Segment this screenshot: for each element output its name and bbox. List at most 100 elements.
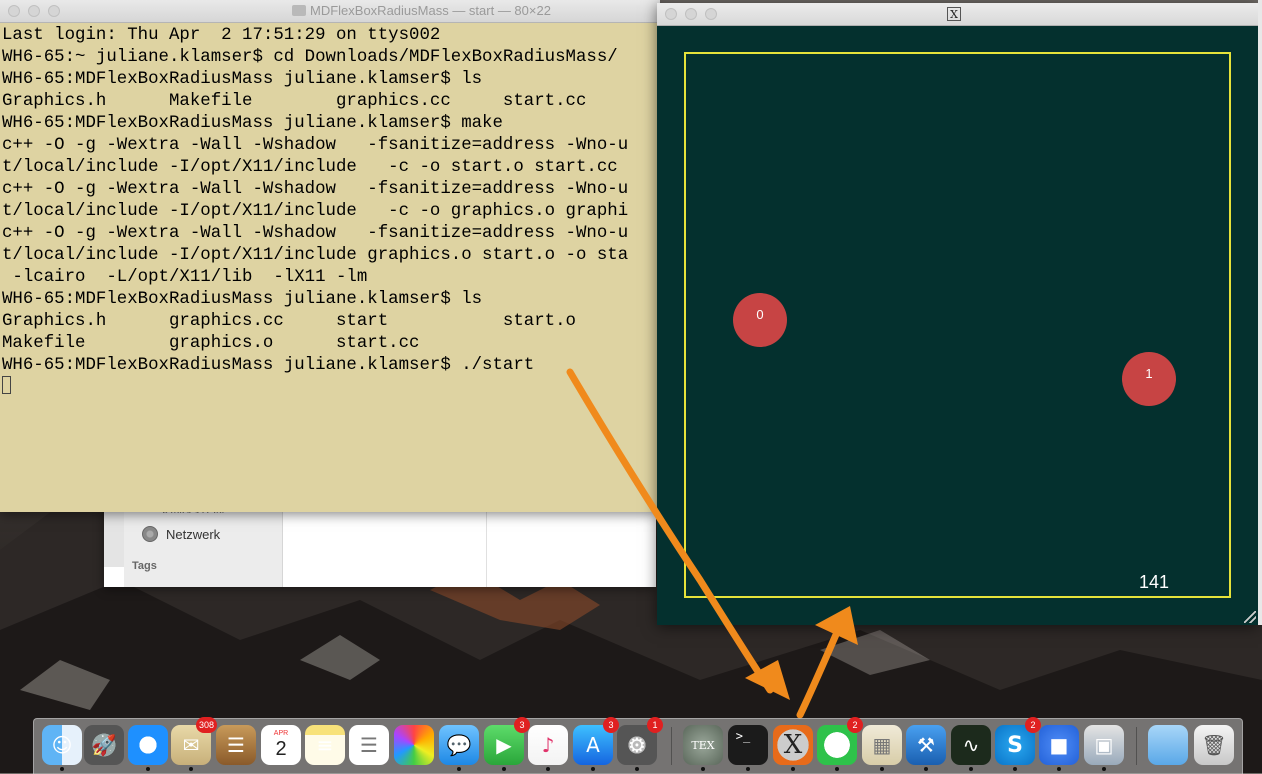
terminal-line: WH6-65:MDFlexBoxRadiusMass juliane.klams… (2, 114, 503, 133)
x11-titlebar[interactable]: X (657, 3, 1258, 26)
system-preferences-icon[interactable]: ⚙ 1 (617, 717, 663, 771)
messages-icon[interactable]: 💬 (439, 725, 479, 771)
terminal-line: Graphics.h graphics.cc start start.o (2, 312, 576, 331)
tex-icon[interactable]: TEX (683, 725, 723, 771)
downloads-folder-icon[interactable] (1148, 725, 1188, 765)
finder-icon[interactable]: ☺ (42, 725, 82, 771)
running-indicator (502, 767, 506, 771)
minimize-button[interactable] (28, 5, 40, 17)
terminal-line: Last login: Thu Apr 2 17:51:29 on ttys00… (2, 26, 441, 45)
dock-icon-text: TEX (691, 738, 715, 752)
finder-window-edge (104, 505, 124, 567)
particle-1: 1 (1122, 352, 1176, 406)
particle-label: 1 (1145, 366, 1153, 381)
dock-icon-text: S (1007, 732, 1023, 758)
terminal-line: t/local/include -I/opt/X11/include -c -o… (2, 158, 618, 177)
music-icon[interactable]: ♪ (528, 725, 568, 771)
calendar-day: 2 (275, 738, 287, 760)
background-window-edge (1258, 0, 1262, 625)
activity-monitor-icon[interactable]: ∿ (951, 725, 991, 771)
terminal-line: c++ -O -g -Wextra -Wall -Wshadow -fsanit… (2, 136, 629, 155)
running-indicator (457, 767, 461, 771)
app-store-icon[interactable]: A3 (573, 717, 619, 771)
column-divider (486, 505, 487, 587)
particle-label: 0 (756, 307, 764, 322)
running-indicator (60, 767, 64, 771)
running-indicator (835, 767, 839, 771)
terminal-window[interactable]: MDFlexBoxRadiusMass — start — 80×22 Last… (0, 0, 660, 512)
notification-badge: 2 (847, 717, 863, 733)
calendar-month: APR (273, 730, 289, 737)
sidebar-tags-heading: Tags (132, 560, 157, 572)
trash-icon[interactable]: 🗑 (1194, 725, 1234, 765)
zoom-button[interactable] (705, 8, 717, 20)
terminal-line: c++ -O -g -Wextra -Wall -Wshadow -fsanit… (2, 224, 629, 243)
zoom-icon[interactable]: ■ (1039, 725, 1079, 771)
dock: ☺ 🚀 ✦ ✉ 308 ☰ APR 2 ≡ ☰ 💬 ▶ 3 ♪ A 3 ⚙ 1 TEX >_ X ✆ 2 ▦ ⚒ ∿ S 2 ■ ▣ 🗑 (33, 717, 1243, 774)
sidebar-item-network[interactable]: Netzwerk (166, 527, 220, 542)
running-indicator (546, 767, 550, 771)
skype-icon[interactable]: S2 (995, 717, 1041, 771)
particle-0: 0 (733, 293, 787, 347)
finder-sidebar: KINGSTON Netzwerk Tags (124, 505, 283, 587)
close-button[interactable] (8, 5, 20, 17)
whatsapp-icon[interactable]: ✆ 2 (817, 717, 863, 771)
terminal-titlebar[interactable]: MDFlexBoxRadiusMass — start — 80×22 (0, 0, 660, 23)
xcode-icon[interactable]: ⚒ (906, 725, 946, 771)
calendar-icon[interactable]: APR 2 (261, 725, 301, 765)
terminal-line: t/local/include -I/opt/X11/include -c -o… (2, 202, 629, 221)
network-icon (142, 526, 158, 542)
launchpad-icon[interactable]: 🚀 (84, 725, 124, 765)
terminal-line: -lcairo -L/opt/X11/lib -lX11 -lm (2, 268, 368, 287)
terminal-line: WH6-65:MDFlexBoxRadiusMass juliane.klams… (2, 290, 483, 309)
running-indicator (969, 767, 973, 771)
terminal-icon[interactable]: >_ (728, 725, 768, 771)
terminal-line: t/local/include -I/opt/X11/include graph… (2, 246, 629, 265)
terminal-title: MDFlexBoxRadiusMass — start — 80×22 (310, 3, 551, 18)
terminal-line: Makefile graphics.o start.cc (2, 334, 420, 353)
running-indicator (1102, 767, 1106, 771)
running-indicator (591, 767, 595, 771)
step-counter: 141 (1139, 572, 1170, 592)
image-capture-icon[interactable]: ▣ (1084, 725, 1124, 771)
facetime-icon[interactable]: ▶ 3 (484, 717, 530, 771)
x11-logo-icon: X (947, 7, 961, 21)
x11-window[interactable]: X 0 1 141 (657, 3, 1258, 625)
photos-icon[interactable] (394, 725, 434, 765)
folder-icon (292, 5, 306, 16)
dock-icon-text: X (783, 730, 803, 760)
running-indicator (924, 767, 928, 771)
running-indicator (791, 767, 795, 771)
terminal-cursor (2, 376, 11, 395)
preview-icon[interactable]: ▦ (862, 725, 902, 771)
zoom-button[interactable] (48, 5, 60, 17)
notification-badge: 1 (647, 717, 663, 733)
finder-window: KINGSTON Netzwerk Tags (104, 505, 656, 587)
mail-icon[interactable]: ✉ 308 (171, 717, 217, 771)
running-indicator (701, 767, 705, 771)
running-indicator (1057, 767, 1061, 771)
minimize-button[interactable] (685, 8, 697, 20)
close-button[interactable] (665, 8, 677, 20)
xquartz-icon[interactable]: X (773, 725, 813, 771)
running-indicator (146, 767, 150, 771)
running-indicator (635, 767, 639, 771)
running-indicator (880, 767, 884, 771)
running-indicator (189, 767, 193, 771)
notification-badge: 308 (195, 717, 217, 733)
terminal-line: Graphics.h Makefile graphics.cc start.cc (2, 92, 587, 111)
dock-icon-text: >_ (735, 729, 751, 743)
dock-separator (1136, 727, 1137, 765)
notes-icon[interactable]: ≡ (305, 725, 345, 765)
terminal-line: WH6-65:MDFlexBoxRadiusMass juliane.klams… (2, 356, 535, 375)
resize-handle[interactable] (1244, 611, 1256, 623)
terminal-line: c++ -O -g -Wextra -Wall -Wshadow -fsanit… (2, 180, 629, 199)
reminders-icon[interactable]: ☰ (349, 725, 389, 765)
safari-icon[interactable]: ✦ (128, 725, 168, 771)
dock-separator (671, 727, 672, 765)
terminal-line: WH6-65:MDFlexBoxRadiusMass juliane.klams… (2, 70, 483, 89)
running-indicator (746, 767, 750, 771)
contacts-icon[interactable]: ☰ (216, 725, 256, 765)
running-indicator (1013, 767, 1017, 771)
terminal-output[interactable]: Last login: Thu Apr 2 17:51:29 on ttys00… (0, 23, 660, 401)
